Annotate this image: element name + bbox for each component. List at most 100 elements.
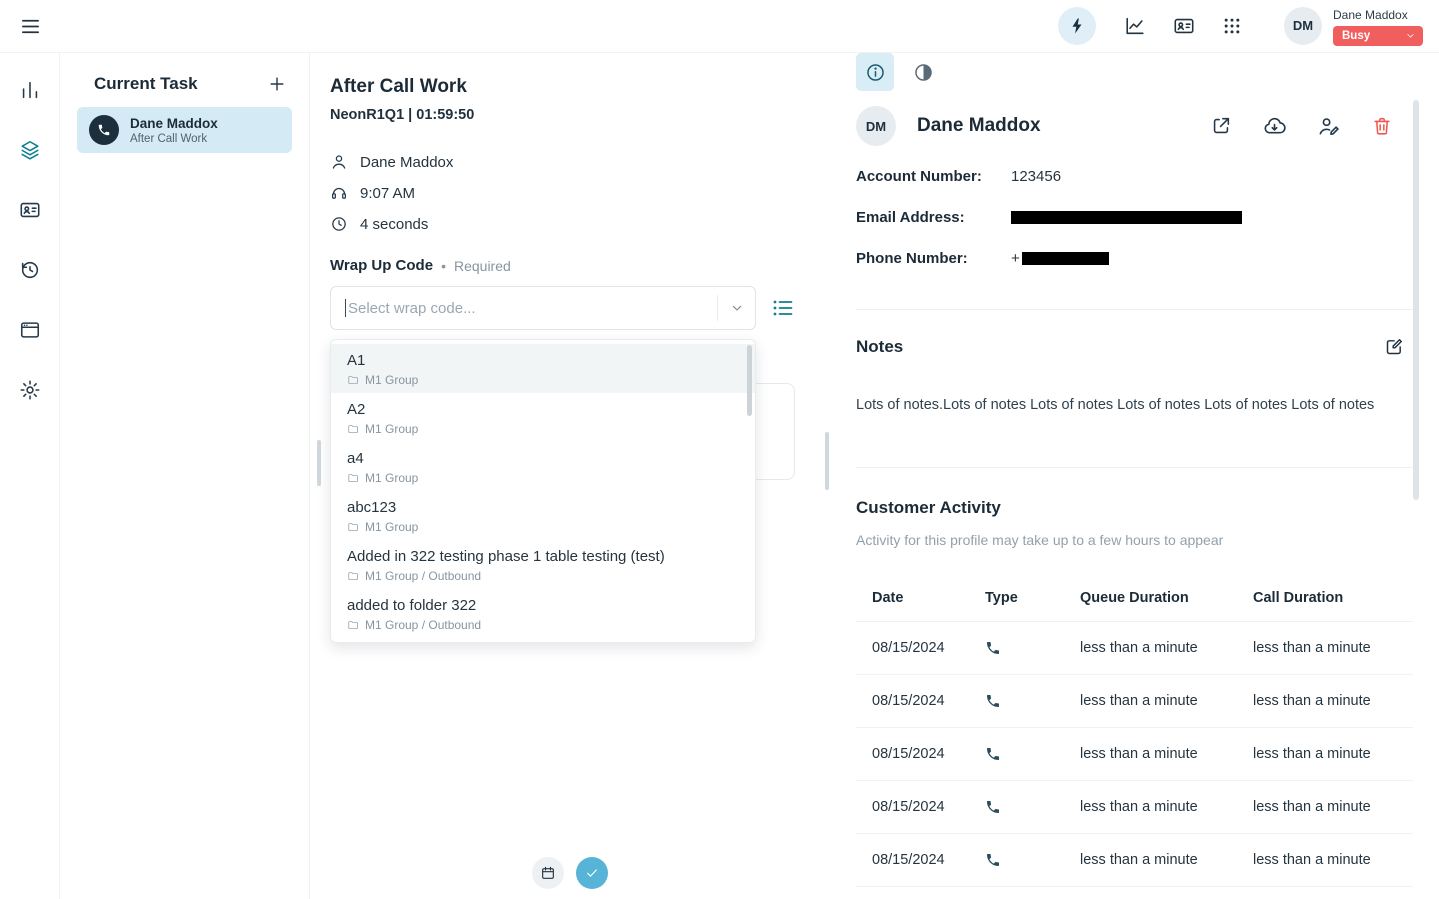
account-number-label: Account Number: <box>856 168 1011 185</box>
activity-table-header: Date Type Queue Duration Call Duration <box>856 574 1413 622</box>
wrap-code-option[interactable]: A2 M1 Group <box>331 393 755 442</box>
lightning-icon[interactable] <box>1058 7 1096 45</box>
notes-text: Lots of notes.Lots of notes Lots of note… <box>856 397 1413 413</box>
nav-contacts[interactable] <box>19 199 41 221</box>
phone-label: Phone Number: <box>856 250 1011 267</box>
wrap-code-option[interactable]: Added in 322 testing phase 1 table testi… <box>331 540 755 589</box>
activity-row: 08/15/2024 less than a minute less than … <box>856 781 1413 834</box>
acw-actions <box>310 857 830 889</box>
call-type-icon <box>985 852 1080 868</box>
wrap-code-option[interactable]: abc123 M1 Group <box>331 491 755 540</box>
task-item-text: Dane Maddox After Call Work <box>130 116 218 145</box>
required-bullet: • <box>441 258 446 274</box>
edit-note-icon <box>1384 336 1405 357</box>
wrap-code-option-group: M1 Group / Outbound <box>365 618 481 632</box>
person-edit-icon <box>1317 115 1340 138</box>
folder-icon <box>347 423 359 435</box>
open-profile-button[interactable] <box>1210 115 1232 137</box>
wrap-code-option-group-row: M1 Group <box>347 520 739 534</box>
activity-row: 08/15/2024 less than a minute less than … <box>856 675 1413 728</box>
contact-card-icon[interactable] <box>1173 15 1195 37</box>
folder-icon <box>347 374 359 386</box>
acw-panel: After Call Work NeonR1Q1 | 01:59:50 Dane… <box>310 53 830 899</box>
complete-task-button[interactable] <box>576 857 608 889</box>
account-number-value: 123456 <box>1011 168 1061 185</box>
phone-prefix: + <box>1011 250 1020 267</box>
queue-name: NeonR1Q1 <box>330 107 404 123</box>
download-profile-button[interactable] <box>1263 115 1286 138</box>
call-type-icon <box>985 640 1080 656</box>
text-cursor <box>345 299 346 317</box>
tab-info[interactable] <box>856 53 894 91</box>
status-label: Busy <box>1342 30 1370 42</box>
profile-scrollbar[interactable] <box>1413 100 1419 500</box>
activity-date: 08/15/2024 <box>872 746 985 762</box>
call-time-row: 9:07 AM <box>330 184 795 202</box>
schedule-callback-button[interactable] <box>532 857 564 889</box>
person-icon <box>330 153 348 171</box>
nav-history[interactable] <box>19 259 41 281</box>
call-type-icon <box>985 693 1080 709</box>
layers-icon <box>19 139 41 161</box>
wrap-code-option-group: M1 Group / Outbound <box>365 569 481 583</box>
activity-date: 08/15/2024 <box>872 799 985 815</box>
tab-compare[interactable] <box>904 53 942 91</box>
section-divider <box>856 467 1413 468</box>
topbar-user: DM Dane Maddox Busy <box>1284 7 1423 46</box>
folder-icon <box>347 472 359 484</box>
edit-contact-button[interactable] <box>1317 115 1340 138</box>
activity-call-duration: less than a minute <box>1253 746 1413 762</box>
acw-info: Dane Maddox 9:07 AM 4 seconds <box>330 153 795 233</box>
list-icon <box>771 296 795 320</box>
panel-scrollbar-right[interactable] <box>825 432 829 490</box>
select-chevron[interactable] <box>717 295 755 321</box>
call-type-icon <box>985 799 1080 815</box>
email-label: Email Address: <box>856 209 1011 226</box>
profile-fields: Account Number: 123456 Email Address: Ph… <box>856 156 1413 279</box>
wrap-code-option-group: M1 Group <box>365 520 418 534</box>
call-type-icon <box>985 746 1080 762</box>
info-icon <box>865 62 886 83</box>
dialpad-icon[interactable] <box>1222 16 1242 36</box>
nav-settings[interactable] <box>19 379 41 401</box>
nav-windows[interactable] <box>19 319 41 341</box>
line-chart-icon[interactable] <box>1124 15 1146 37</box>
call-start-time: 9:07 AM <box>360 185 415 202</box>
check-icon <box>584 865 600 881</box>
task-item[interactable]: Dane Maddox After Call Work <box>77 107 292 153</box>
activity-title: Customer Activity <box>856 498 1413 518</box>
email-row: Email Address: <box>856 197 1413 238</box>
contrast-icon <box>913 62 934 83</box>
wrap-code-option-group-row: M1 Group / Outbound <box>347 618 739 632</box>
wrap-code-option[interactable]: added to folder 322 M1 Group / Outbound <box>331 589 755 638</box>
status-badge[interactable]: Busy <box>1333 26 1423 46</box>
bar-chart-icon <box>19 79 41 101</box>
dropdown-scrollbar[interactable] <box>747 345 752 416</box>
delete-contact-button[interactable] <box>1371 115 1393 137</box>
edit-notes-button[interactable] <box>1384 336 1405 357</box>
wrap-code-list-button[interactable] <box>771 296 795 320</box>
history-icon <box>19 259 41 281</box>
add-task-button[interactable] <box>267 74 287 94</box>
contact-name: Dane Maddox <box>360 154 453 171</box>
gear-icon <box>19 379 41 401</box>
wrap-code-select[interactable]: Select wrap code... <box>330 286 756 330</box>
left-nav-rail <box>0 53 60 899</box>
nav-tasks[interactable] <box>19 139 41 161</box>
duration-row: 4 seconds <box>330 215 795 233</box>
avatar[interactable]: DM <box>1284 7 1322 45</box>
profile-header: DM Dane Maddox <box>856 106 1413 146</box>
panel-scrollbar-left[interactable] <box>317 440 321 486</box>
current-task-panel: Current Task Dane Maddox After Call Work <box>60 53 310 899</box>
wrap-code-option[interactable]: A1 M1 Group <box>331 344 755 393</box>
profile-tabs <box>856 53 1413 91</box>
wrap-code-option-label: Added in 322 testing phase 1 table testi… <box>347 548 739 566</box>
nav-dashboard[interactable] <box>19 79 41 101</box>
wrap-code-option[interactable]: a4 M1 Group <box>331 442 755 491</box>
menu-icon[interactable] <box>19 15 42 38</box>
wrap-code-option-group: M1 Group <box>365 471 418 485</box>
activity-queue-duration: less than a minute <box>1080 640 1253 656</box>
profile-avatar: DM <box>856 106 896 146</box>
wrap-up-label: Wrap Up Code <box>330 257 433 274</box>
acw-subtitle: NeonR1Q1 | 01:59:50 <box>330 107 795 123</box>
